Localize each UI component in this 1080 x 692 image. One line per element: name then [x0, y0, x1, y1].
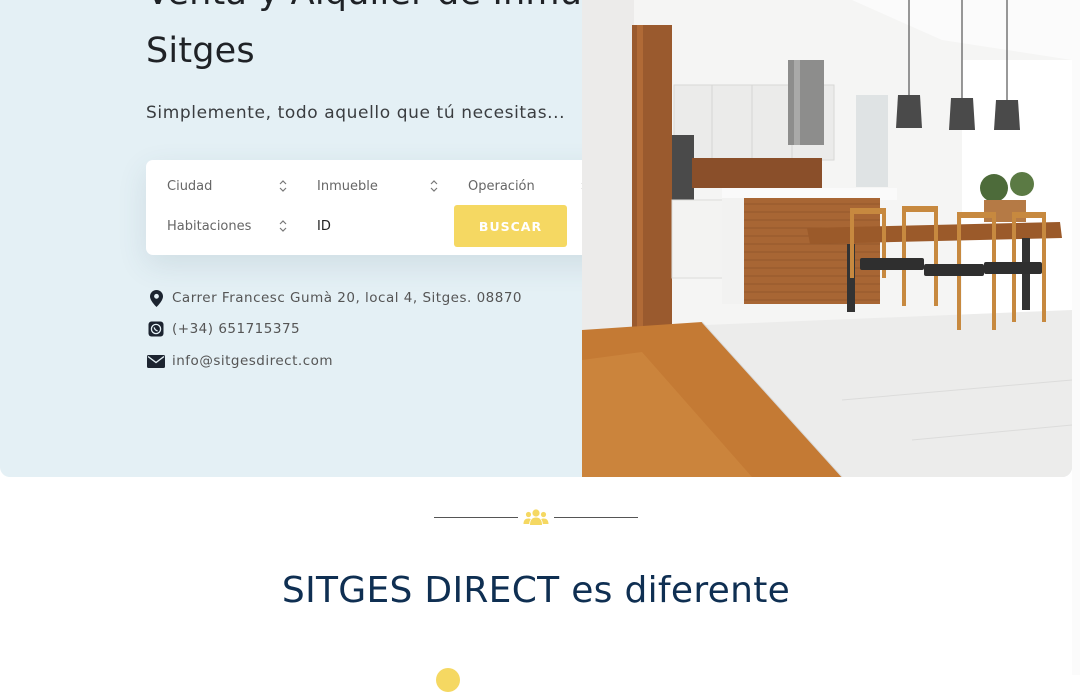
envelope-icon — [146, 353, 166, 369]
kitchen-photo-illustration — [582, 0, 1072, 477]
divider-line-left — [434, 517, 518, 518]
contact-phone[interactable]: (+34) 651715375 — [146, 321, 300, 337]
divider-line-right — [554, 517, 638, 518]
operation-select-label: Operación — [468, 178, 535, 194]
chevron-updown-icon — [279, 180, 287, 192]
chevron-updown-icon — [430, 180, 438, 192]
rooms-select-label: Habitaciones — [167, 218, 252, 234]
users-group-icon — [523, 509, 549, 525]
section-title-brand: SITGES DIRECT — [281, 570, 560, 611]
kitchen-dining-photo — [582, 0, 1072, 477]
search-button[interactable]: BUSCAR — [454, 205, 567, 247]
contact-email[interactable]: info@sitgesdirect.com — [146, 353, 333, 369]
feature-icon-circle — [436, 668, 460, 692]
chevron-updown-icon — [279, 220, 287, 232]
city-select[interactable]: Ciudad — [167, 173, 288, 199]
rooms-select[interactable]: Habitaciones — [167, 213, 288, 239]
city-select-label: Ciudad — [167, 178, 213, 194]
property-type-select[interactable]: Inmueble — [317, 173, 439, 199]
phone-text: (+34) 651715375 — [172, 321, 301, 337]
property-id-placeholder: ID — [317, 218, 331, 234]
map-pin-icon — [146, 289, 166, 307]
operation-select[interactable]: Operación — [468, 173, 590, 199]
property-id-input[interactable]: ID — [317, 213, 437, 239]
contact-address: Carrer Francesc Gumà 20, local 4, Sitges… — [146, 289, 523, 307]
hero-subtitle: Simplemente, todo aquello que tú necesit… — [146, 103, 566, 123]
whatsapp-icon — [146, 321, 166, 337]
address-text: Carrer Francesc Gumà 20, local 4, Sitges… — [172, 290, 523, 306]
section-title: SITGES DIRECT es diferente — [0, 570, 1072, 611]
hero-section: Venta y Alquiler de Inmuebles en Sitges … — [0, 0, 1072, 477]
page-scrollbar[interactable] — [1072, 0, 1080, 675]
property-type-select-label: Inmueble — [317, 178, 378, 194]
section-title-rest: es diferente — [559, 570, 791, 611]
email-text: info@sitgesdirect.com — [172, 353, 334, 369]
